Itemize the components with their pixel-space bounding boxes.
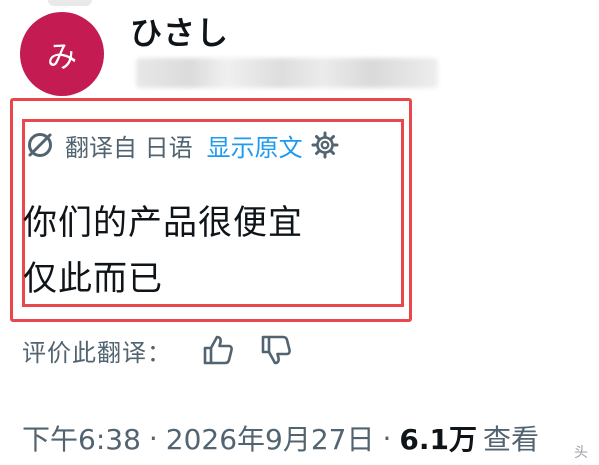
meta-separator: ·: [148, 421, 158, 455]
watermark: 头条: [574, 445, 588, 461]
thumbs-up-button[interactable]: [198, 330, 238, 370]
author-display-name[interactable]: ひさし: [130, 8, 229, 54]
tweet-text-line-2: 仅此而已: [23, 259, 163, 299]
previous-post-edge: [48, 0, 92, 6]
post-time[interactable]: 下午6:38: [22, 418, 141, 458]
post-date[interactable]: 2026年9月27日: [166, 418, 375, 458]
gear-icon: [311, 131, 339, 159]
thumbs-down-icon: [261, 335, 291, 365]
avatar[interactable]: み: [20, 12, 104, 96]
author-handle-blurred: [136, 58, 438, 88]
rate-translation-label: 评价此翻译：: [22, 338, 172, 367]
translation-header: 翻译自 日语 显示原文: [23, 125, 339, 165]
translate-icon: [28, 133, 52, 157]
translation-highlight-box: 翻译自 日语 显示原文 你们的产品很便宜 仅此而已: [10, 98, 412, 322]
meta-separator: ·: [382, 421, 392, 455]
translation-settings-button[interactable]: [311, 131, 339, 159]
tweet-text-line-1: 你们的产品很便宜: [23, 203, 303, 243]
show-original-link[interactable]: 显示原文: [207, 128, 303, 163]
tweet-meta: 下午6:38 · 2026年9月27日 · 6.1万 查看: [22, 418, 539, 458]
rate-translation-row: 评价此翻译：: [22, 330, 296, 370]
views-label: 查看: [483, 423, 540, 456]
tweet-detail: み ひさし 翻译自 日语 显示原文 你们的产品很便宜 仅此而已 评价此翻译： 下…: [0, 0, 599, 465]
thumbs-up-icon: [203, 335, 233, 365]
views-count: 6.1万: [399, 423, 478, 456]
translated-from-label: 翻译自 日语: [65, 133, 193, 162]
thumbs-down-button[interactable]: [256, 330, 296, 370]
avatar-initial: み: [47, 40, 77, 75]
